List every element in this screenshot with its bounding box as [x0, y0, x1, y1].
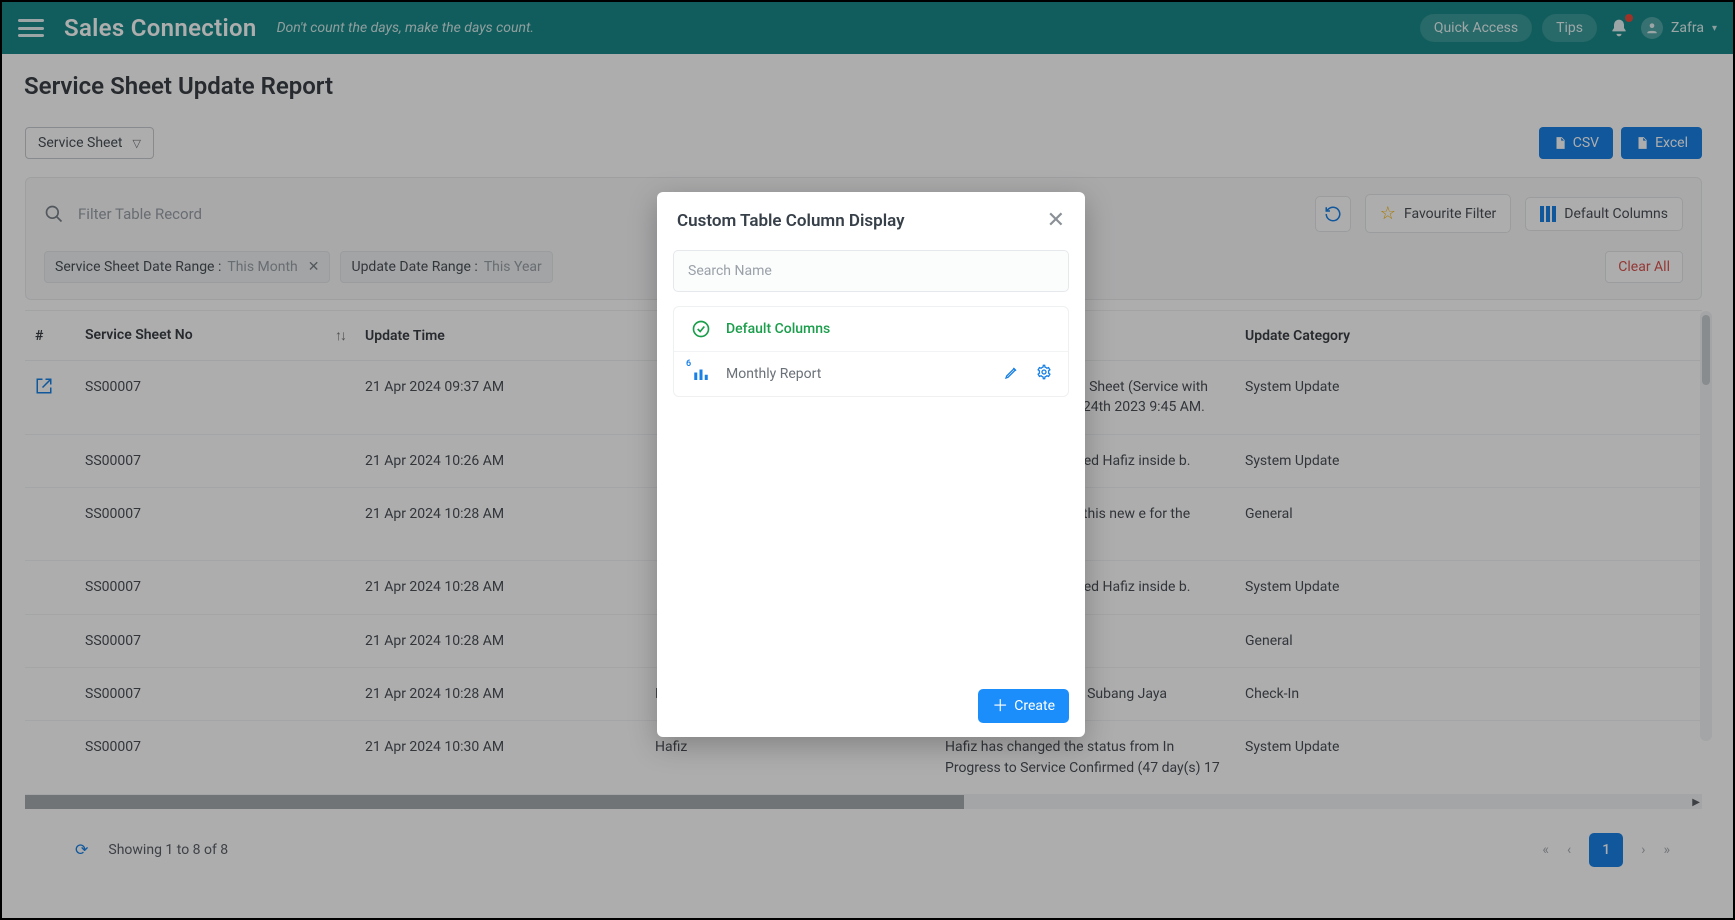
- preset-label: Monthly Report: [726, 366, 821, 382]
- check-circle-icon: [690, 319, 712, 339]
- gear-icon[interactable]: [1036, 364, 1052, 384]
- preset-monthly-report[interactable]: 6 Monthly Report: [674, 351, 1068, 396]
- create-label: Create: [1014, 698, 1055, 714]
- edit-icon[interactable]: [1004, 364, 1020, 384]
- preset-default-columns[interactable]: Default Columns: [674, 307, 1068, 351]
- column-display-modal: Custom Table Column Display ✕ Default Co…: [657, 192, 1085, 737]
- badge-count: 6: [686, 359, 691, 369]
- modal-title: Custom Table Column Display: [677, 211, 905, 231]
- modal-search-input[interactable]: [673, 250, 1069, 292]
- column-preset-list: Default Columns 6 Monthly Report: [673, 306, 1069, 397]
- modal-close-button[interactable]: ✕: [1047, 210, 1065, 232]
- chart-icon: 6: [690, 365, 712, 383]
- create-button[interactable]: ＋ Create: [978, 689, 1069, 723]
- preset-label: Default Columns: [726, 321, 830, 337]
- plus-icon: ＋: [992, 698, 1008, 714]
